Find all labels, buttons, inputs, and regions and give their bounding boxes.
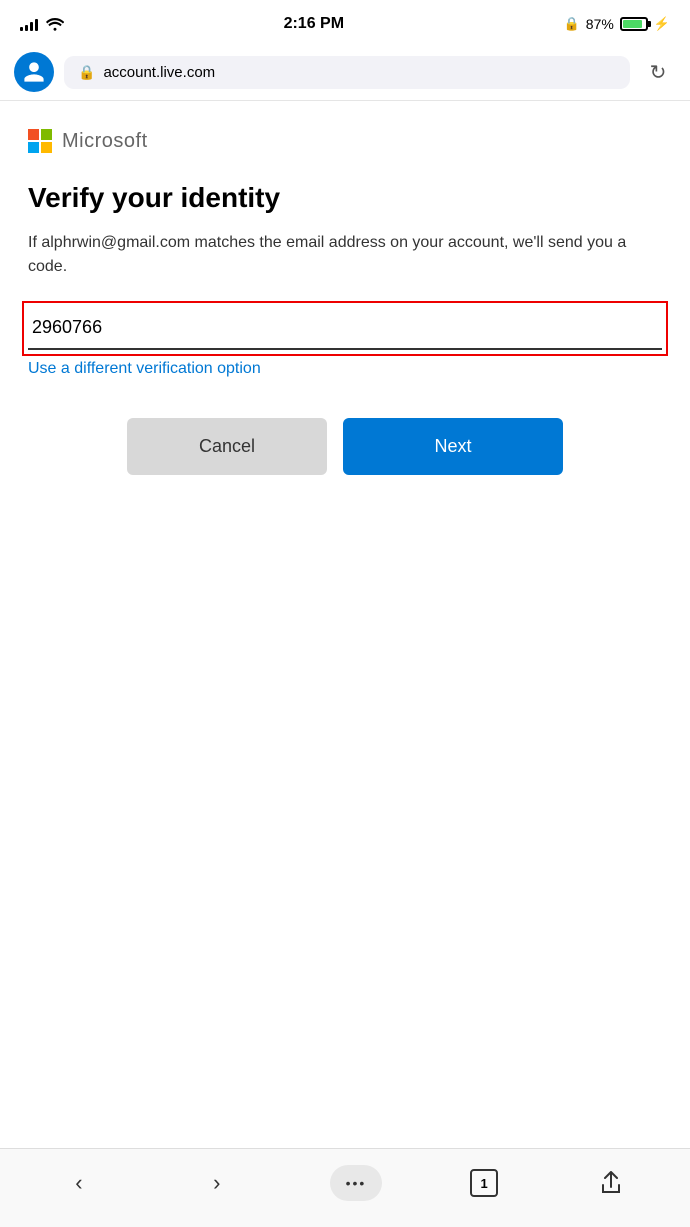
forward-button[interactable]: › [192, 1163, 242, 1203]
status-time: 2:16 PM [284, 15, 344, 33]
back-button[interactable]: ‹ [54, 1163, 104, 1203]
page-title: Verify your identity [28, 181, 662, 215]
different-option-link[interactable]: Use a different verification option [28, 360, 261, 378]
status-bar: 2:16 PM 🔒 87% ⚡ [0, 0, 690, 44]
ms-square-yellow [41, 142, 52, 153]
ms-logo-grid [28, 129, 52, 153]
share-icon [600, 1171, 622, 1195]
cancel-button[interactable]: Cancel [127, 418, 327, 475]
bottom-nav: ‹ › ••• 1 [0, 1148, 690, 1227]
verification-input[interactable] [28, 307, 662, 350]
buttons-row: Cancel Next [28, 418, 662, 475]
more-button[interactable]: ••• [330, 1165, 383, 1201]
next-button[interactable]: Next [343, 418, 563, 475]
page-description: If alphrwin@gmail.com matches the email … [28, 231, 662, 279]
address-bar[interactable]: 🔒 account.live.com [64, 56, 630, 89]
lock-status-icon: 🔒 [564, 16, 580, 32]
refresh-button[interactable]: ↻ [640, 54, 676, 90]
browser-bar: 🔒 account.live.com ↻ [0, 44, 690, 101]
ssl-lock-icon: 🔒 [78, 64, 95, 81]
status-right: 🔒 87% ⚡ [564, 16, 670, 32]
tab-count-button[interactable]: 1 [470, 1169, 498, 1197]
user-icon [22, 60, 46, 84]
page-content: Microsoft Verify your identity If alphrw… [0, 101, 690, 1148]
avatar[interactable] [14, 52, 54, 92]
url-text: account.live.com [103, 64, 616, 81]
share-button[interactable] [586, 1163, 636, 1203]
ms-square-red [28, 129, 39, 140]
status-left [20, 17, 64, 31]
microsoft-brand-name: Microsoft [62, 130, 148, 153]
ms-square-green [41, 129, 52, 140]
battery-percent: 87% [586, 16, 614, 32]
ms-square-blue [28, 142, 39, 153]
microsoft-logo: Microsoft [28, 129, 662, 153]
battery-icon [620, 17, 648, 31]
wifi-icon [46, 17, 64, 31]
charging-icon: ⚡ [654, 16, 670, 32]
signal-icon [20, 17, 38, 31]
input-container [28, 307, 662, 350]
